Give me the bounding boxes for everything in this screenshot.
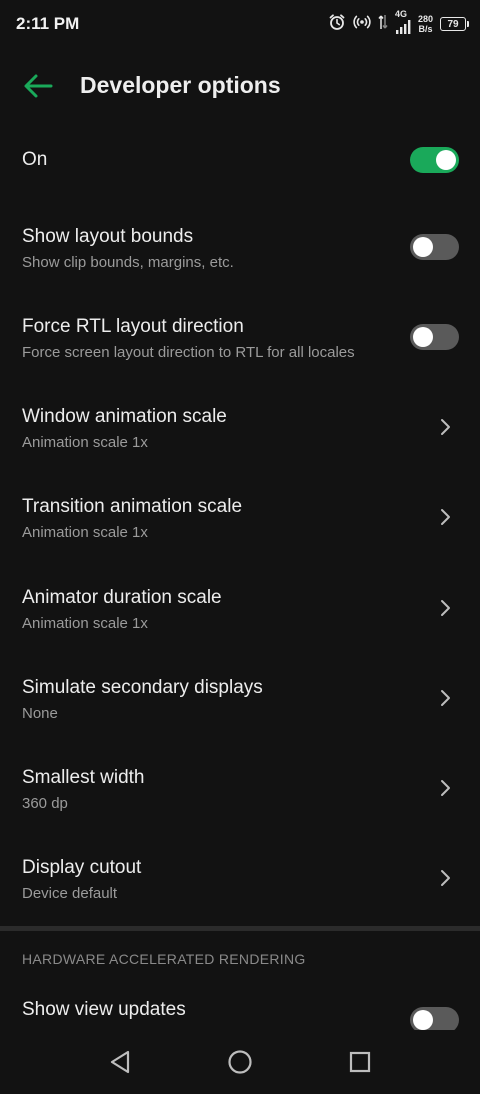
setting-title: Window animation scale [22, 406, 227, 427]
setting-row-force-rtl[interactable]: Force RTL layout direction Force screen … [0, 297, 480, 387]
network-speed: 280 B/s [418, 14, 433, 34]
toggle-knob [436, 150, 456, 170]
app-bar: Developer options [0, 48, 480, 124]
setting-subtitle: Show clip bounds, margins, etc. [22, 254, 234, 271]
setting-subtitle: Animation scale 1x [22, 615, 148, 632]
status-icons: 4G 280 B/s 79 [328, 9, 469, 36]
battery-indicator: 79 [440, 17, 469, 31]
setting-title: Smallest width [22, 767, 145, 788]
speed-value: 280 [417, 14, 433, 24]
toggle-knob [413, 1010, 433, 1030]
chevron-right-icon [441, 690, 450, 706]
chevron-right-icon [441, 419, 450, 435]
alarm-icon [328, 13, 346, 36]
setting-title: Display cutout [22, 857, 142, 878]
setting-subtitle: None [22, 705, 58, 722]
network-type-label: 4G [394, 9, 407, 19]
navigation-bar [0, 1030, 480, 1094]
setting-row-transition-animation-scale[interactable]: Transition animation scale Animation sca… [0, 477, 480, 567]
developer-options-master-row[interactable]: On [0, 124, 480, 196]
nav-recents-button[interactable] [344, 1046, 376, 1078]
nav-back-button[interactable] [104, 1046, 136, 1078]
setting-title: Transition animation scale [22, 496, 243, 517]
master-toggle-label: On [22, 149, 48, 170]
triangle-back-icon [110, 1050, 130, 1074]
page-title: Developer options [80, 72, 281, 98]
chevron-right-icon [441, 509, 450, 525]
data-arrows-icon [378, 13, 388, 36]
status-time: 2:11 PM [16, 14, 80, 33]
setting-title: Animator duration scale [22, 587, 222, 608]
battery-level: 79 [447, 18, 459, 30]
back-button[interactable] [18, 66, 58, 106]
setting-row-simulate-secondary-displays[interactable]: Simulate secondary displays None [0, 658, 480, 748]
circle-home-icon [228, 1050, 252, 1074]
hotspot-icon [353, 13, 371, 36]
chevron-right-icon [441, 870, 450, 886]
chevron-right-icon [441, 600, 450, 616]
signal-icon [395, 20, 411, 34]
setting-subtitle: 360 dp [22, 795, 68, 812]
setting-title: Show layout bounds [22, 226, 194, 247]
setting-title: Force RTL layout direction [22, 316, 244, 337]
setting-subtitle: Animation scale 1x [22, 434, 148, 451]
show-layout-bounds-toggle[interactable] [410, 234, 459, 260]
setting-title: Simulate secondary displays [22, 677, 263, 698]
section-divider [0, 926, 480, 931]
setting-row-window-animation-scale[interactable]: Window animation scale Animation scale 1… [0, 387, 480, 477]
setting-row-show-layout-bounds[interactable]: Show layout bounds Show clip bounds, mar… [0, 207, 480, 297]
setting-subtitle: Force screen layout direction to RTL for… [22, 344, 355, 361]
speed-unit: B/s [418, 24, 433, 34]
nav-home-button[interactable] [224, 1046, 256, 1078]
arrow-left-icon [24, 74, 53, 98]
setting-row-display-cutout[interactable]: Display cutout Device default [0, 838, 480, 928]
setting-row-animator-duration-scale[interactable]: Animator duration scale Animation scale … [0, 568, 480, 658]
chevron-right-icon [441, 780, 450, 796]
square-recents-icon [349, 1051, 371, 1073]
toggle-knob [413, 327, 433, 347]
force-rtl-toggle[interactable] [410, 324, 459, 350]
setting-subtitle: Device default [22, 885, 118, 902]
master-toggle-switch[interactable] [410, 147, 459, 173]
setting-title: Show view updates [22, 999, 186, 1020]
status-bar: 2:11 PM 4G 280 B/s 79 [0, 0, 480, 48]
network-type: 4G [394, 9, 411, 35]
setting-row-show-view-updates[interactable]: Show view updates [0, 980, 480, 1033]
section-header-hardware-rendering: HARDWARE ACCELERATED RENDERING [22, 951, 306, 967]
setting-subtitle: Animation scale 1x [22, 524, 148, 541]
toggle-knob [413, 237, 433, 257]
setting-row-smallest-width[interactable]: Smallest width 360 dp [0, 748, 480, 838]
